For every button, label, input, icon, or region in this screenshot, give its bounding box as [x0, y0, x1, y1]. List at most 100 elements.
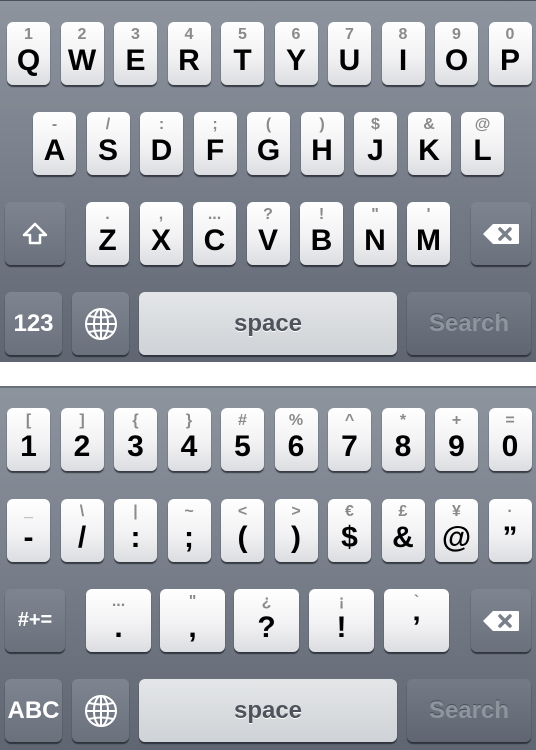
key-secondary-label: 3	[131, 26, 140, 43]
key-hyphen[interactable]: _ -	[7, 499, 50, 562]
mode-switch-button[interactable]: 123	[5, 292, 62, 355]
key-primary-label: Y	[285, 44, 306, 77]
key-r[interactable]: 4R	[167, 22, 211, 85]
key-q[interactable]: 1Q	[7, 22, 50, 85]
key-secondary-label: '	[426, 206, 431, 223]
key-i[interactable]: 8I	[381, 22, 425, 85]
key-l[interactable]: @ L	[461, 112, 504, 175]
key-secondary-label: ¿	[261, 593, 272, 610]
key-dollar[interactable]: € $	[328, 499, 371, 562]
key-m[interactable]: ' M	[407, 202, 450, 265]
key-2[interactable]: ] 2	[60, 408, 104, 471]
shift-button[interactable]	[5, 202, 65, 265]
key-secondary-label: 6	[291, 26, 301, 43]
key-secondary-label: }	[185, 412, 193, 429]
key-question[interactable]: ¿?	[234, 589, 299, 652]
search-button[interactable]: Search	[407, 679, 531, 742]
key-ampersand[interactable]: £ &	[381, 499, 425, 562]
key-primary-label: Q	[16, 44, 41, 77]
key-x[interactable]: ,X	[139, 202, 183, 265]
key-b[interactable]: ! B	[300, 202, 343, 265]
key-primary-label: !	[336, 611, 347, 644]
globe-icon	[84, 694, 118, 728]
key-primary-label: M	[416, 224, 441, 257]
key-primary-label: P	[499, 44, 520, 77]
key-primary-label: R	[178, 44, 200, 77]
key-s[interactable]: / S	[86, 112, 130, 175]
globe-button[interactable]	[72, 292, 129, 355]
key-f[interactable]: ; F	[193, 112, 237, 175]
key-h[interactable]: ) H	[300, 112, 344, 175]
key-secondary-label: /	[105, 116, 111, 133]
key-period[interactable]: ....	[86, 589, 151, 652]
more-symbols-button-label: #+=	[17, 609, 53, 631]
key-0[interactable]: = 0	[488, 408, 532, 471]
key-primary-label: -	[23, 521, 34, 554]
more-symbols-button[interactable]: #+=	[5, 589, 65, 652]
key-v[interactable]: ? V	[246, 202, 290, 265]
key-at[interactable]: ¥ @	[435, 499, 478, 562]
backspace-icon	[482, 609, 520, 633]
search-button[interactable]: Search	[407, 292, 531, 355]
key-7[interactable]: ^ 7	[328, 408, 371, 471]
key-j[interactable]: $ J	[354, 112, 397, 175]
delete-button[interactable]	[471, 589, 531, 652]
key-secondary-label: ...	[111, 593, 126, 610]
key-primary-label: G	[256, 134, 281, 167]
key-d[interactable]: :D	[140, 112, 183, 175]
key-secondary-label: ]	[79, 412, 85, 429]
key-z[interactable]: .Z	[86, 202, 129, 265]
key-exclamation[interactable]: ¡!	[309, 589, 374, 652]
key-secondary-label: _	[24, 503, 33, 520]
key-open-paren[interactable]: <(	[221, 499, 264, 562]
key-c[interactable]: ... C	[193, 202, 236, 265]
key-k[interactable]: & K	[407, 112, 451, 175]
key-y[interactable]: 6Y	[274, 22, 318, 85]
delete-button[interactable]	[471, 202, 531, 265]
key-8[interactable]: * 8	[381, 408, 425, 471]
key-secondary-label: ^	[344, 412, 355, 429]
key-primary-label: 1	[20, 430, 37, 463]
key-1[interactable]: [1	[7, 408, 50, 471]
key-secondary-label: $	[371, 116, 380, 133]
key-u[interactable]: 7U	[328, 22, 371, 85]
key-primary-label: C	[203, 224, 226, 257]
key-primary-label: Z	[98, 224, 117, 257]
key-primary-label: S	[97, 134, 118, 167]
key-secondary-label: :	[158, 116, 165, 133]
key-a[interactable]: -A	[33, 112, 76, 175]
key-6[interactable]: % 6	[274, 408, 318, 471]
space-bar[interactable]: space	[139, 292, 397, 355]
key-primary-label: O	[444, 44, 469, 77]
key-apostrophe[interactable]: `’	[384, 589, 449, 652]
key-t[interactable]: 5T	[221, 22, 264, 85]
key-semicolon[interactable]: ~;	[167, 499, 211, 562]
key-secondary-label: |	[133, 503, 138, 520]
key-3[interactable]: {3	[114, 408, 157, 471]
search-label: Search	[428, 309, 510, 337]
key-primary-label: .	[114, 611, 123, 644]
key-p[interactable]: 0P	[488, 22, 532, 85]
key-secondary-label: 9	[452, 26, 461, 43]
mode-switch-button[interactable]: ABC	[5, 679, 62, 742]
key-n[interactable]: " N	[353, 202, 397, 265]
key-quote[interactable]: ·”	[488, 499, 532, 562]
key-o[interactable]: 9O	[435, 22, 478, 85]
key-comma[interactable]: ",	[160, 589, 225, 652]
key-g[interactable]: (G	[247, 112, 290, 175]
key-secondary-label: >	[291, 503, 301, 520]
key-5[interactable]: #5	[221, 408, 264, 471]
key-4[interactable]: } 4	[167, 408, 211, 471]
key-secondary-label: 7	[345, 26, 354, 43]
key-9[interactable]: +9	[435, 408, 478, 471]
key-secondary-label: .	[105, 206, 110, 223]
symbols-keyboard: [1] 2{3} 4 #5% 6 ^ 7 * 8 +9 = 0 _ - \ / |: ~; <(>) € $ £ & ¥ @ ·”…	[0, 386, 536, 750]
key-w[interactable]: 2W	[60, 22, 104, 85]
key-close-paren[interactable]: >)	[274, 499, 318, 562]
space-bar[interactable]: space	[139, 679, 397, 742]
key-slash[interactable]: \ /	[60, 499, 104, 562]
key-colon[interactable]: |:	[114, 499, 157, 562]
key-e[interactable]: 3E	[114, 22, 157, 85]
key-primary-label: 9	[448, 430, 465, 463]
globe-button[interactable]	[72, 679, 129, 742]
